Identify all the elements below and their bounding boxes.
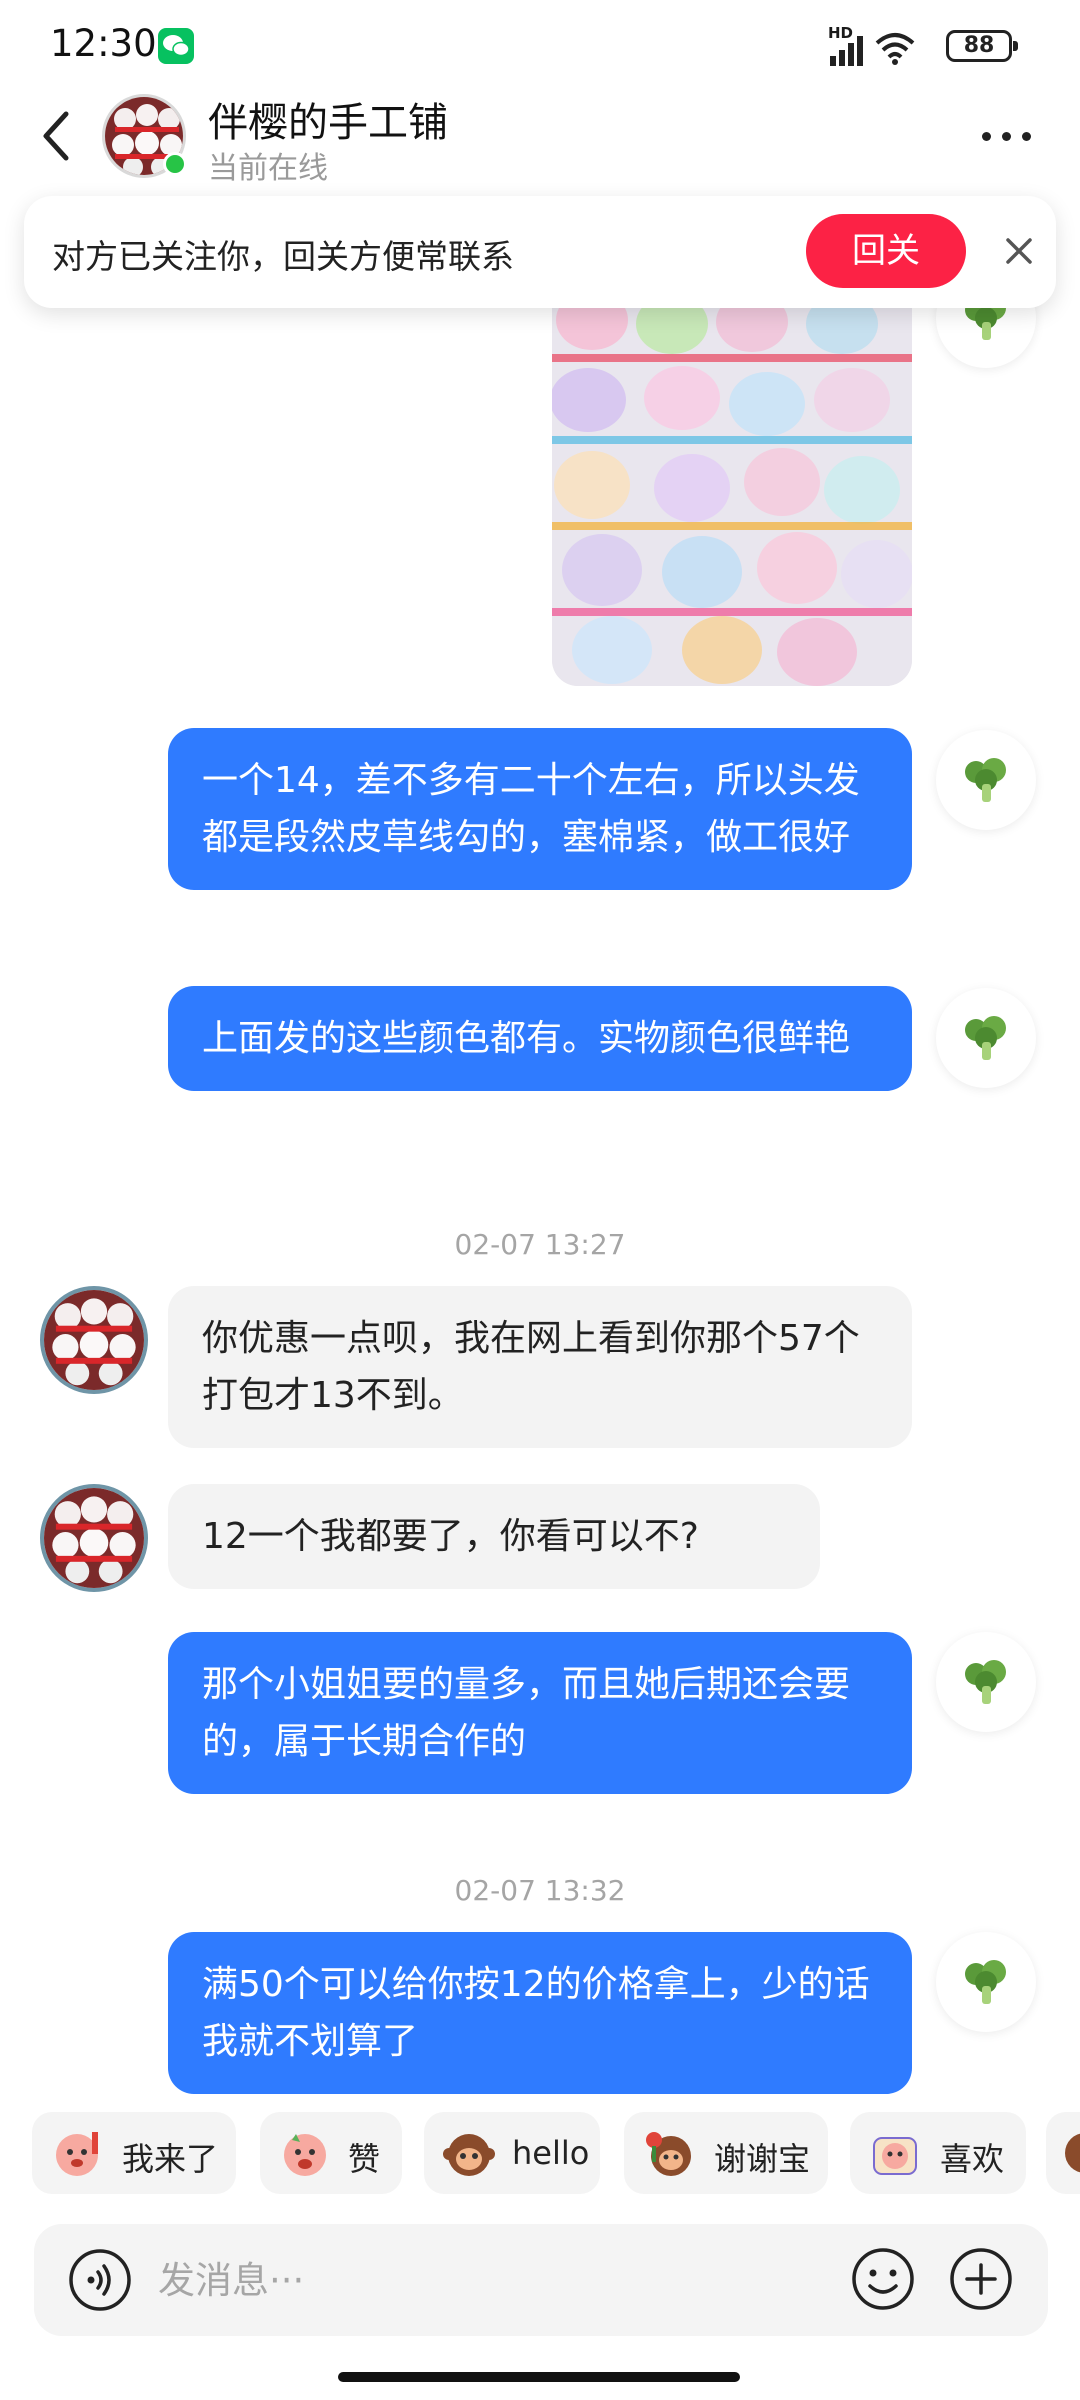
timestamp: 02-07 13:27 [454, 1228, 626, 1261]
more-button[interactable] [980, 116, 1036, 156]
signal-icon: HD [828, 24, 915, 68]
sticker-icon [646, 2132, 691, 2176]
quick-reply-chip[interactable]: 喜欢 [850, 2112, 1026, 2194]
close-icon[interactable] [994, 226, 1044, 276]
quick-reply-chip[interactable]: hello [424, 2112, 600, 2194]
my-avatar[interactable] [936, 730, 1036, 830]
message-input[interactable] [158, 2242, 838, 2318]
quick-reply-chip[interactable]: 谢谢宝 [624, 2112, 828, 2194]
battery-icon: 88 [946, 30, 1018, 62]
contact-message-avatar[interactable] [40, 1286, 148, 1394]
broccoli-icon [965, 1960, 1006, 2004]
message-input-bar [34, 2224, 1048, 2336]
emoji-icon [852, 2248, 914, 2310]
back-button[interactable] [36, 104, 80, 168]
status-time: 12:30 [50, 22, 157, 65]
sticker-icon [1065, 2133, 1080, 2173]
quick-reply-bar: 我来了 赞 hello 谢谢宝 喜欢 [0, 2112, 1080, 2202]
quick-reply-label: 我来了 [122, 2140, 219, 2178]
contact-message-avatar[interactable] [40, 1484, 148, 1592]
quick-reply-chip-partial[interactable] [1046, 2112, 1080, 2194]
sticker-icon [873, 2137, 917, 2175]
wifi-icon [875, 33, 915, 65]
wechat-icon [158, 28, 194, 64]
contact-status: 当前在线 [208, 151, 328, 186]
message-bubble-sent[interactable]: 一个14，差不多有二十个左右，所以头发都是段然皮草线勾的，塞棉紧，做工很好 [168, 728, 912, 890]
message-bubble-received[interactable]: 12一个我都要了，你看可以不? [168, 1484, 820, 1589]
sticker-icon [56, 2132, 98, 2176]
quick-reply-label: 谢谢宝 [714, 2140, 811, 2178]
voice-icon [69, 2249, 131, 2311]
contact-name[interactable]: 伴樱的手工铺 [208, 90, 448, 148]
my-avatar[interactable] [936, 988, 1036, 1088]
timestamp: 02-07 13:32 [454, 1874, 626, 1907]
follow-back-button[interactable]: 回关 [806, 214, 966, 288]
my-avatar[interactable] [936, 1932, 1036, 2032]
follow-banner: 对方已关注你，回关方便常联系 回关 [24, 196, 1056, 308]
more-icon-dot [1002, 132, 1011, 141]
voice-button[interactable] [68, 2248, 132, 2312]
emoji-button[interactable] [850, 2246, 916, 2312]
more-icon [982, 132, 991, 141]
status-bar: 12:30 HD 88 [0, 0, 1080, 90]
message-bubble-sent[interactable]: 那个小姐姐要的量多，而且她后期还会要的，属于长期合作的 [168, 1632, 912, 1794]
home-indicator[interactable] [338, 2372, 740, 2382]
quick-reply-label: 喜欢 [940, 2140, 1005, 2178]
my-avatar[interactable] [936, 1632, 1036, 1732]
more-icon-dot [1022, 132, 1031, 141]
quick-reply-label: hello [512, 2134, 590, 2172]
sticker-icon [284, 2134, 326, 2176]
sticker-icon [443, 2134, 495, 2176]
quick-reply-chip[interactable]: 赞 [260, 2112, 402, 2194]
add-icon [950, 2248, 1012, 2310]
add-button[interactable] [948, 2246, 1014, 2312]
message-bubble-received[interactable]: 你优惠一点呗，我在网上看到你那个57个打包才13不到。 [168, 1286, 912, 1448]
back-icon [43, 111, 69, 161]
broccoli-icon [965, 1016, 1006, 1060]
quick-reply-label: 赞 [348, 2140, 381, 2178]
image-message[interactable] [552, 300, 912, 686]
quick-reply-chip[interactable]: 我来了 [32, 2112, 236, 2194]
follow-banner-text: 对方已关注你，回关方便常联系 [52, 237, 514, 276]
broccoli-icon [965, 758, 1006, 802]
online-status-dot [163, 152, 187, 176]
message-bubble-sent[interactable]: 上面发的这些颜色都有。实物颜色很鲜艳 [168, 986, 912, 1091]
broccoli-icon [965, 1660, 1006, 1704]
message-bubble-sent[interactable]: 满50个可以给你按12的价格拿上，少的话我就不划算了 [168, 1932, 912, 2094]
